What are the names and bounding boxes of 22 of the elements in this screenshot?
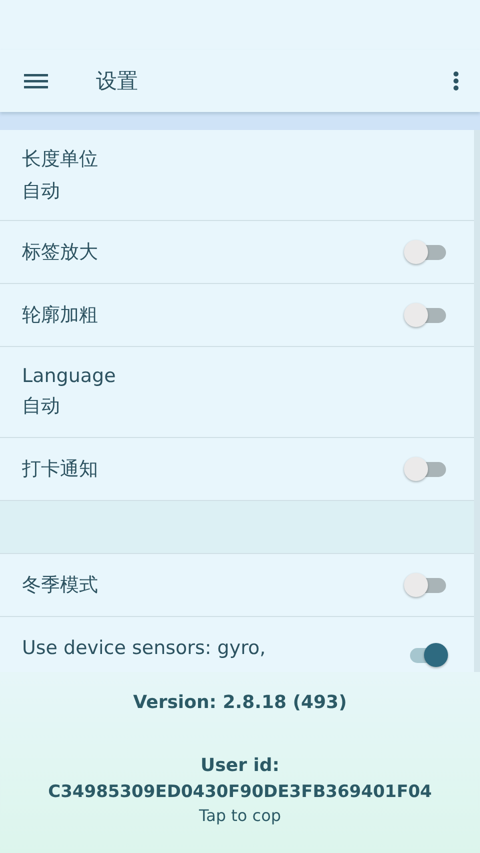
menu-icon[interactable] (24, 73, 48, 89)
settings-row[interactable]: 冬季模式 (0, 554, 474, 617)
setting-title: Language (22, 365, 117, 387)
toggle-switch[interactable] (404, 573, 448, 597)
setting-title: 长度单位 (22, 147, 99, 172)
toggle-switch[interactable] (404, 457, 448, 481)
setting-title: 标签放大 (22, 240, 99, 265)
version-text: Version: 2.8.18 (493) (133, 692, 347, 713)
user-id[interactable]: C34985309ED0430F90DE3FB369401F04 (48, 782, 432, 802)
setting-title: 打卡通知 (22, 457, 99, 482)
setting-value: 自动 (22, 179, 61, 204)
setting-title: Use device sensors: gyro, (22, 637, 267, 659)
toggle-switch[interactable] (404, 303, 448, 327)
copy-hint: Tap to cop (198, 806, 282, 825)
screen-title: 设置 (96, 68, 138, 95)
user-id-label: User id: (200, 755, 280, 776)
setting-value: 自动 (22, 394, 61, 419)
toggle-switch[interactable] (404, 240, 448, 264)
setting-title: 冬季模式 (22, 573, 99, 598)
settings-row[interactable]: 轮廓加粗 (0, 284, 474, 347)
settings-row[interactable]: 标签放大 (0, 221, 474, 284)
setting-title: 轮廓加粗 (22, 303, 99, 328)
